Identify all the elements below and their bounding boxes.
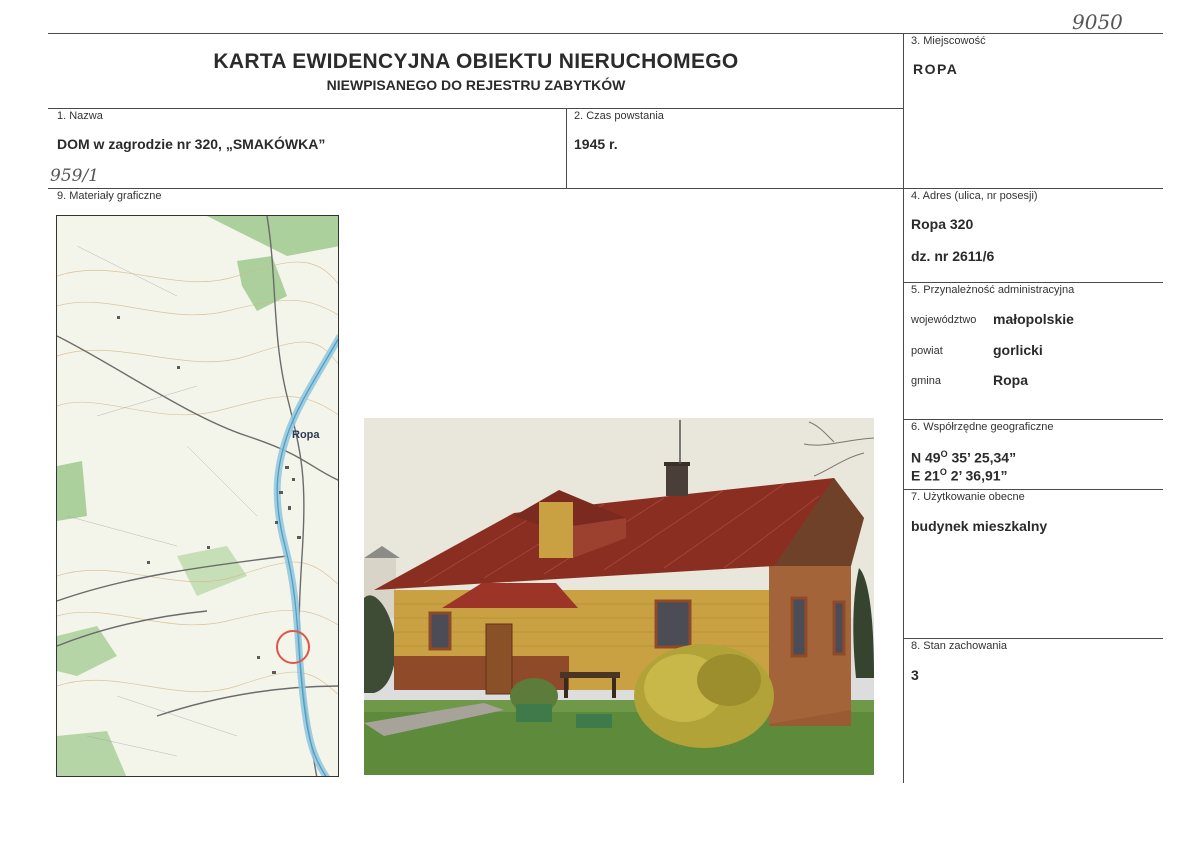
right-divider-adres [903, 282, 1163, 283]
miejscowosc-label: 3. Miejscowość [911, 35, 986, 47]
nazwa-value: DOM w zagrodzie nr 320, „SMAKÓWKA” [57, 136, 326, 152]
stan-label: 8. Stan zachowania [911, 640, 1008, 652]
map-place-label: Ropa [292, 429, 320, 441]
top-border [48, 33, 1163, 34]
gmina-label: gmina [911, 375, 941, 387]
archive-number: 9050 [1072, 10, 1123, 34]
right-column-divider [903, 33, 904, 783]
powiat-label: powiat [911, 345, 943, 357]
adres-line1: Ropa 320 [911, 216, 974, 232]
materialy-label: 9. Materiały graficzne [57, 190, 162, 202]
handwritten-ref: 959/1 [50, 166, 99, 186]
name-date-divider [566, 108, 567, 188]
gmina-value: Ropa [993, 372, 1028, 388]
right-divider-stan [903, 638, 1163, 639]
czas-label: 2. Czas powstania [574, 110, 664, 122]
wspolrzedne-label: 6. Współrzędne geograficzne [911, 421, 1054, 433]
adres-label: 4. Adres (ulica, nr posesji) [911, 190, 1038, 202]
wojewodztwo-label: województwo [911, 314, 977, 326]
latitude: N 49O 35’ 25,34” [911, 449, 1017, 466]
miejscowosc-value: ROPA [913, 61, 959, 77]
house-photo-graphic [364, 418, 874, 775]
map-graphic [57, 216, 338, 776]
right-divider-uzyt [903, 489, 1163, 490]
powiat-value: gorlicki [993, 342, 1043, 358]
nazwa-label: 1. Nazwa [57, 110, 103, 122]
house-photo [364, 418, 874, 775]
uzytkowanie-label: 7. Użytkowanie obecne [911, 491, 1025, 503]
adres-line2: dz. nr 2611/6 [911, 248, 995, 264]
czas-value: 1945 r. [574, 136, 618, 152]
stan-value: 3 [911, 667, 919, 683]
card-title: KARTA EWIDENCYJNA OBIEKTU NIERUCHOMEGO [213, 50, 739, 73]
topographic-map: Ropa [56, 215, 339, 777]
wojewodztwo-value: małopolskie [993, 311, 1074, 327]
right-divider-wsp [903, 419, 1163, 420]
longitude: E 21O 2’ 36,91” [911, 467, 1008, 484]
row-divider-2 [48, 188, 1163, 189]
card-subtitle: NIEWPISANEGO DO REJESTRU ZABYTKÓW [326, 77, 626, 93]
row-divider-1 [48, 108, 904, 109]
przynaleznosc-label: 5. Przynależność administracyjna [911, 284, 1075, 296]
uzytkowanie-value: budynek mieszkalny [911, 518, 1048, 534]
